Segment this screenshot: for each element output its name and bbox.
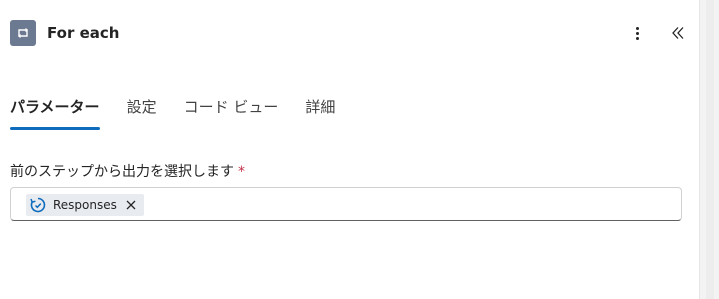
output-select-input[interactable]: Responses [10, 187, 682, 221]
tab-label: コード ビュー [183, 98, 279, 116]
more-vertical-icon-dot [635, 31, 639, 35]
required-marker: * [238, 164, 245, 180]
tab-list: パラメーター 設定 コード ビュー 詳細 [10, 95, 362, 135]
more-options-button[interactable] [627, 21, 647, 45]
field-label: 前のステップから出力を選択します * [10, 162, 245, 182]
panel-header: For each [10, 20, 690, 46]
tab-code-view[interactable]: コード ビュー [184, 95, 279, 135]
tab-label: 詳細 [305, 98, 336, 116]
tab-settings[interactable]: 設定 [127, 95, 157, 135]
loop-icon [10, 20, 36, 46]
close-icon[interactable] [124, 198, 138, 212]
scrollbar-track[interactable] [706, 0, 714, 299]
field-label-text: 前のステップから出力を選択します [10, 164, 234, 180]
forms-refresh-icon [28, 195, 48, 215]
action-details-panel: For each パラメーター 設定 コード ビュー 詳細 前のステップから出力… [0, 0, 699, 299]
tab-label: パラメーター [10, 98, 100, 116]
tab-label: 設定 [126, 98, 157, 116]
token-label: Responses [53, 198, 117, 212]
action-title: For each [47, 24, 120, 42]
dynamic-content-token[interactable]: Responses [26, 194, 144, 216]
collapse-panel-button[interactable] [666, 21, 690, 45]
more-vertical-icon [635, 26, 639, 30]
right-scroll-rail[interactable] [699, 0, 719, 299]
tab-about[interactable]: 詳細 [305, 95, 335, 135]
more-vertical-icon-dot [635, 36, 639, 40]
active-tab-indicator [10, 127, 100, 130]
double-chevron-left-icon [672, 27, 684, 39]
tab-parameters[interactable]: パラメーター [10, 95, 100, 135]
